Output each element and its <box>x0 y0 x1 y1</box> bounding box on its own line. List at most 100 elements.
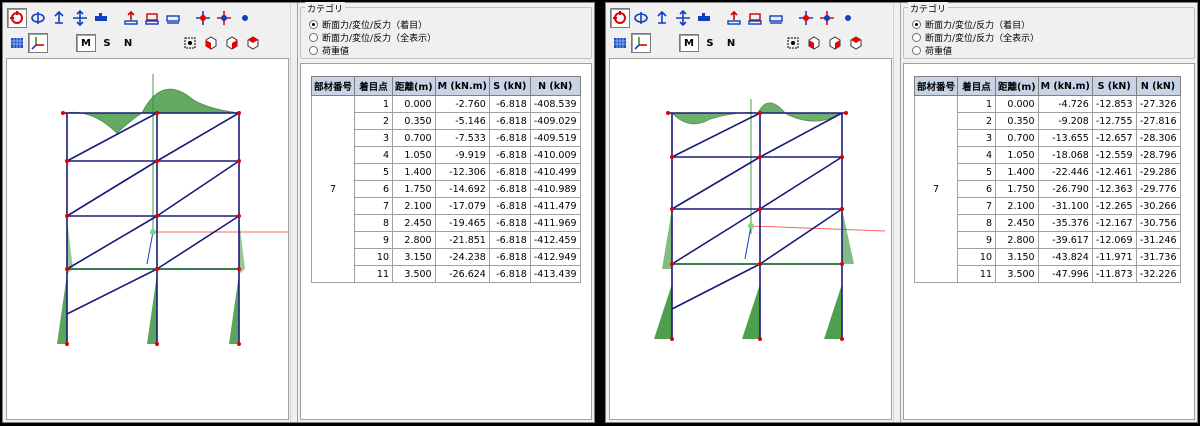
header-member: 部材番号 <box>913 76 959 96</box>
shear-cell: -6.818 <box>488 197 531 215</box>
cube-side-icon[interactable] <box>243 33 263 53</box>
axial-cell: -408.539 <box>529 95 581 113</box>
axial-cell: -30.756 <box>1135 214 1181 232</box>
point-cell: 7 <box>354 197 394 215</box>
axial-cell: -412.949 <box>529 248 581 266</box>
grid-icon[interactable] <box>7 33 27 53</box>
results-table: 部材番号 着目点 距離(m) M (kN.m) S (kN) N (kN) 71… <box>913 76 1181 283</box>
table-row[interactable]: 7 1 0.000 -4.726 -12.853 -27.326 <box>913 95 1181 283</box>
splitter[interactable] <box>893 3 901 422</box>
shear-cell: -6.818 <box>488 112 531 130</box>
pan-up-icon[interactable] <box>652 8 672 28</box>
radio-dot[interactable] <box>309 20 318 29</box>
shear-cell: -6.818 <box>488 95 531 113</box>
shear-cell: -12.657 <box>1091 129 1137 147</box>
radio-option-focus[interactable]: 断面力/変位/反力（着目） <box>309 18 427 31</box>
load-box-icon[interactable] <box>142 8 162 28</box>
axial-cell: -32.226 <box>1135 265 1181 283</box>
rotate-3d-icon[interactable] <box>28 8 48 28</box>
shear-cell: -6.818 <box>488 129 531 147</box>
point-icon[interactable] <box>838 8 858 28</box>
frame-diagram <box>57 74 288 346</box>
header-shear: S (kN) <box>1091 76 1137 96</box>
moment-cell: -14.692 <box>434 180 490 198</box>
select-icon[interactable] <box>783 33 803 53</box>
toggle-n-button[interactable]: N <box>118 34 138 52</box>
load-box-icon[interactable] <box>745 8 765 28</box>
moment-cell: -5.146 <box>434 112 490 130</box>
grid-icon[interactable] <box>610 33 630 53</box>
moment-cell: -4.726 <box>1037 95 1093 113</box>
pipe-icon[interactable] <box>91 8 111 28</box>
toggle-m-button[interactable]: M <box>76 34 96 52</box>
radio-option-all[interactable]: 断面力/変位/反力（全表示） <box>309 31 436 44</box>
axis-icon[interactable] <box>28 33 48 53</box>
category-group: カテゴリ 断面力/変位/反力（着目） 断面力/変位/反力（全表示） 荷重値 <box>300 2 592 59</box>
radio-option-all[interactable]: 断面力/変位/反力（全表示） <box>912 31 1039 44</box>
cube-side-icon[interactable] <box>846 33 866 53</box>
rotate-icon[interactable] <box>610 8 630 28</box>
toggle-m-button[interactable]: M <box>679 34 699 52</box>
moment-cell: -26.624 <box>434 265 490 283</box>
moment-cell: -31.100 <box>1037 197 1093 215</box>
cube-red-icon[interactable] <box>804 33 824 53</box>
header-shear: S (kN) <box>488 76 531 96</box>
point-cell: 6 <box>957 180 997 198</box>
point-cell: 11 <box>957 265 997 283</box>
toggle-n-button[interactable]: N <box>721 34 741 52</box>
results-table: 部材番号 着目点 距離(m) M (kN.m) S (kN) N (kN) 71… <box>310 76 581 283</box>
select-icon[interactable] <box>180 33 200 53</box>
splitter[interactable] <box>290 3 298 422</box>
node-star-icon[interactable] <box>817 8 837 28</box>
radio-option-focus[interactable]: 断面力/変位/反力（着目） <box>912 18 1030 31</box>
move-icon[interactable] <box>70 8 90 28</box>
radio-dot[interactable] <box>309 46 318 55</box>
rotate-3d-icon[interactable] <box>631 8 651 28</box>
move-icon[interactable] <box>673 8 693 28</box>
radio-dot[interactable] <box>912 20 921 29</box>
header-member: 部材番号 <box>310 76 356 96</box>
axial-cell: -31.736 <box>1135 248 1181 266</box>
axial-cell: -29.776 <box>1135 180 1181 198</box>
axial-cell: -410.009 <box>529 146 581 164</box>
distance-cell: 3.500 <box>995 265 1039 283</box>
point-cell: 2 <box>957 112 997 130</box>
point-cell: 3 <box>957 129 997 147</box>
table-row[interactable]: 7 1 0.000 -2.760 -6.818 -408.539 <box>310 95 581 283</box>
load-up-icon[interactable] <box>121 8 141 28</box>
frame-view[interactable] <box>609 58 892 420</box>
load-up-icon[interactable] <box>724 8 744 28</box>
cube-front-icon[interactable] <box>825 33 845 53</box>
shear-cell: -12.069 <box>1091 231 1137 249</box>
axial-cell: -411.479 <box>529 197 581 215</box>
axis-icon[interactable] <box>631 33 651 53</box>
radio-dot[interactable] <box>912 46 921 55</box>
cube-front-icon[interactable] <box>222 33 242 53</box>
toggle-s-button[interactable]: S <box>97 34 117 52</box>
pipe-icon[interactable] <box>694 8 714 28</box>
moment-cell: -18.068 <box>1037 146 1093 164</box>
node-red-icon[interactable] <box>796 8 816 28</box>
shear-cell: -6.818 <box>488 163 531 181</box>
radio-option-load[interactable]: 荷重値 <box>912 44 952 57</box>
shear-cell: -6.818 <box>488 231 531 249</box>
support-icon[interactable] <box>163 8 183 28</box>
node-star-icon[interactable] <box>214 8 234 28</box>
rotate-icon[interactable] <box>7 8 27 28</box>
frame-view[interactable] <box>6 58 289 420</box>
point-cell: 10 <box>957 248 997 266</box>
node-red-icon[interactable] <box>193 8 213 28</box>
shear-cell: -11.873 <box>1091 265 1137 283</box>
pan-up-icon[interactable] <box>49 8 69 28</box>
distance-cell: 0.700 <box>995 129 1039 147</box>
toggle-s-button[interactable]: S <box>700 34 720 52</box>
radio-dot[interactable] <box>309 33 318 42</box>
support-icon[interactable] <box>766 8 786 28</box>
radio-option-load[interactable]: 荷重値 <box>309 44 349 57</box>
point-icon[interactable] <box>235 8 255 28</box>
distance-cell: 3.500 <box>392 265 436 283</box>
shear-cell: -6.818 <box>488 265 531 283</box>
radio-dot[interactable] <box>912 33 921 42</box>
cube-red-icon[interactable] <box>201 33 221 53</box>
distance-cell: 1.050 <box>392 146 436 164</box>
